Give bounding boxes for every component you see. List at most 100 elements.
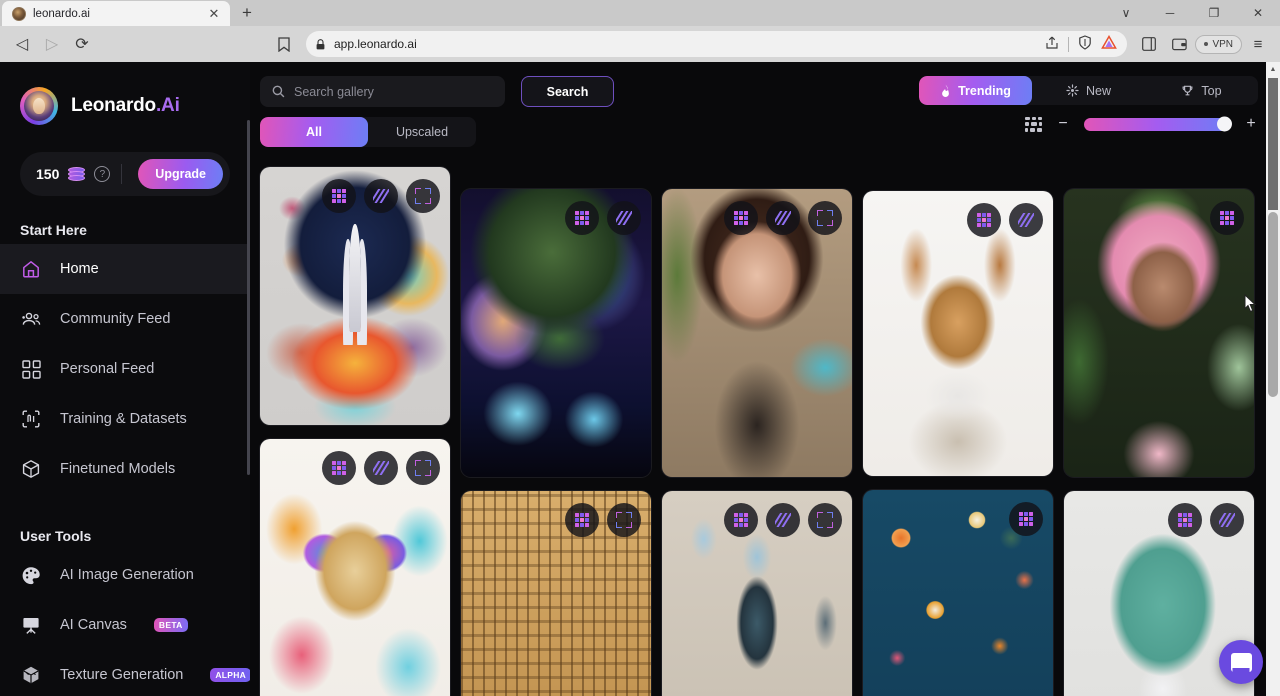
mouse-cursor <box>1244 294 1257 313</box>
gallery-card[interactable] <box>863 490 1053 696</box>
vpn-button[interactable]: VPN <box>1195 34 1242 54</box>
zoom-slider[interactable] <box>1084 116 1232 132</box>
reload-button[interactable]: ⟳ <box>68 30 96 58</box>
back-button[interactable]: ◁ <box>8 30 36 58</box>
trophy-icon <box>1182 85 1193 96</box>
sidebar-item-ai-image-generation[interactable]: AI Image Generation <box>0 550 250 600</box>
sidebar-item-finetuned-models[interactable]: Finetuned Models <box>0 444 250 494</box>
upscale-button[interactable] <box>724 201 758 235</box>
grid-density-icon[interactable] <box>1025 116 1042 132</box>
brand-logo-row[interactable]: Leonardo.Ai <box>0 82 250 130</box>
motion-button[interactable] <box>607 201 641 235</box>
upscale-button[interactable] <box>322 451 356 485</box>
sidebar-item-personal-feed[interactable]: Personal Feed <box>0 344 250 394</box>
card-actions <box>1009 502 1043 536</box>
sidebar-item-home[interactable]: Home <box>0 244 250 294</box>
upscale-button[interactable] <box>565 201 599 235</box>
upgrade-button[interactable]: Upgrade <box>138 159 223 189</box>
badge-alpha: ALPHA <box>210 668 250 682</box>
brave-rewards-icon[interactable] <box>1101 34 1118 53</box>
search-icon <box>272 85 285 98</box>
upscale-icon <box>574 210 590 226</box>
upscale-icon <box>976 212 992 228</box>
section-title-start-here: Start Here <box>20 222 87 238</box>
motion-button[interactable] <box>766 503 800 537</box>
motion-icon <box>775 513 791 527</box>
sidebar-item-label: Training & Datasets <box>60 411 187 427</box>
sidebar-item-community-feed[interactable]: Community Feed <box>0 294 250 344</box>
expand-icon <box>415 460 431 476</box>
upscale-button[interactable] <box>967 203 1001 237</box>
address-bar[interactable]: app.leonardo.ai <box>306 31 1128 57</box>
motion-button[interactable] <box>1009 203 1043 237</box>
upscale-button[interactable] <box>565 503 599 537</box>
sidebar-item-training-datasets[interactable]: Training & Datasets <box>0 394 250 444</box>
expand-button[interactable] <box>808 503 842 537</box>
new-tab-button[interactable]: + <box>234 1 260 25</box>
sidebar-item-texture-generation[interactable]: Texture Generation ALPHA <box>0 650 250 696</box>
motion-button[interactable] <box>1210 503 1244 537</box>
close-tab-button[interactable]: ✕ <box>206 6 222 22</box>
gallery-card[interactable] <box>662 189 852 477</box>
credits-panel: 150 ? Upgrade <box>20 152 230 196</box>
question-mark-icon[interactable]: ? <box>94 166 111 182</box>
expand-button[interactable] <box>607 503 641 537</box>
expand-button[interactable] <box>406 179 440 213</box>
gallery-card[interactable] <box>1064 189 1254 477</box>
scroll-up-arrow[interactable]: ▲ <box>1266 62 1280 76</box>
zoom-out-button[interactable]: − <box>1056 116 1070 132</box>
sort-tab-top[interactable]: Top <box>1145 76 1258 105</box>
wallet-icon[interactable] <box>1165 30 1193 58</box>
brave-shields-icon[interactable] <box>1078 35 1092 53</box>
divider <box>1068 36 1070 52</box>
scrollbar-track[interactable] <box>1268 78 1278 210</box>
zoom-slider-handle[interactable] <box>1217 116 1232 132</box>
upscale-button[interactable] <box>1210 201 1244 235</box>
intercom-messenger-icon[interactable] <box>1219 640 1263 684</box>
share-icon[interactable] <box>1045 36 1059 53</box>
filter-tab-upscaled[interactable]: Upscaled <box>368 117 476 147</box>
search-button[interactable]: Search <box>521 76 614 107</box>
gallery-card[interactable] <box>863 191 1053 476</box>
close-window-button[interactable]: ✕ <box>1236 0 1280 26</box>
filter-tab-all[interactable]: All <box>260 117 368 147</box>
upscale-button[interactable] <box>322 179 356 213</box>
zoom-in-button[interactable]: + <box>1244 116 1258 132</box>
bookmark-icon[interactable] <box>270 30 298 58</box>
gallery-card[interactable] <box>260 439 450 696</box>
upscale-button[interactable] <box>724 503 758 537</box>
upscale-icon <box>733 512 749 528</box>
card-actions <box>967 203 1043 237</box>
gallery-card[interactable] <box>662 491 852 696</box>
tab-search-button[interactable]: ∨ <box>1104 0 1148 26</box>
sidebar-item-label: Texture Generation <box>60 667 184 683</box>
forward-button[interactable]: ▷ <box>38 30 66 58</box>
motion-button[interactable] <box>364 179 398 213</box>
browser-menu-button[interactable]: ≡ <box>1244 30 1272 58</box>
gallery-card[interactable] <box>461 189 651 477</box>
image-gallery <box>260 167 1254 696</box>
card-actions <box>1210 201 1244 235</box>
expand-button[interactable] <box>406 451 440 485</box>
browser-tab[interactable]: leonardo.ai ✕ <box>2 1 230 26</box>
scrollbar-thumb[interactable] <box>1268 212 1278 397</box>
motion-icon <box>1018 213 1034 227</box>
upscale-button[interactable] <box>1009 502 1043 536</box>
sidebar-toggle-icon[interactable] <box>1135 30 1163 58</box>
search-input[interactable]: Search gallery <box>260 76 505 107</box>
gallery-card[interactable] <box>260 167 450 425</box>
expand-button[interactable] <box>808 201 842 235</box>
minimize-button[interactable]: ─ <box>1148 0 1192 26</box>
gallery-card[interactable] <box>461 491 651 696</box>
tokens-icon <box>68 166 86 182</box>
sort-tab-trending[interactable]: Trending <box>919 76 1032 105</box>
upscale-button[interactable] <box>1168 503 1202 537</box>
sort-tab-new[interactable]: New <box>1032 76 1145 105</box>
maximize-button[interactable]: ❐ <box>1192 0 1236 26</box>
sidebar-item-ai-canvas[interactable]: AI Canvas BETA <box>0 600 250 650</box>
motion-button[interactable] <box>766 201 800 235</box>
leonardo-favicon <box>12 6 26 21</box>
page-scrollbar[interactable]: ▲ <box>1266 62 1280 696</box>
sparkle-icon <box>1066 84 1079 97</box>
motion-button[interactable] <box>364 451 398 485</box>
